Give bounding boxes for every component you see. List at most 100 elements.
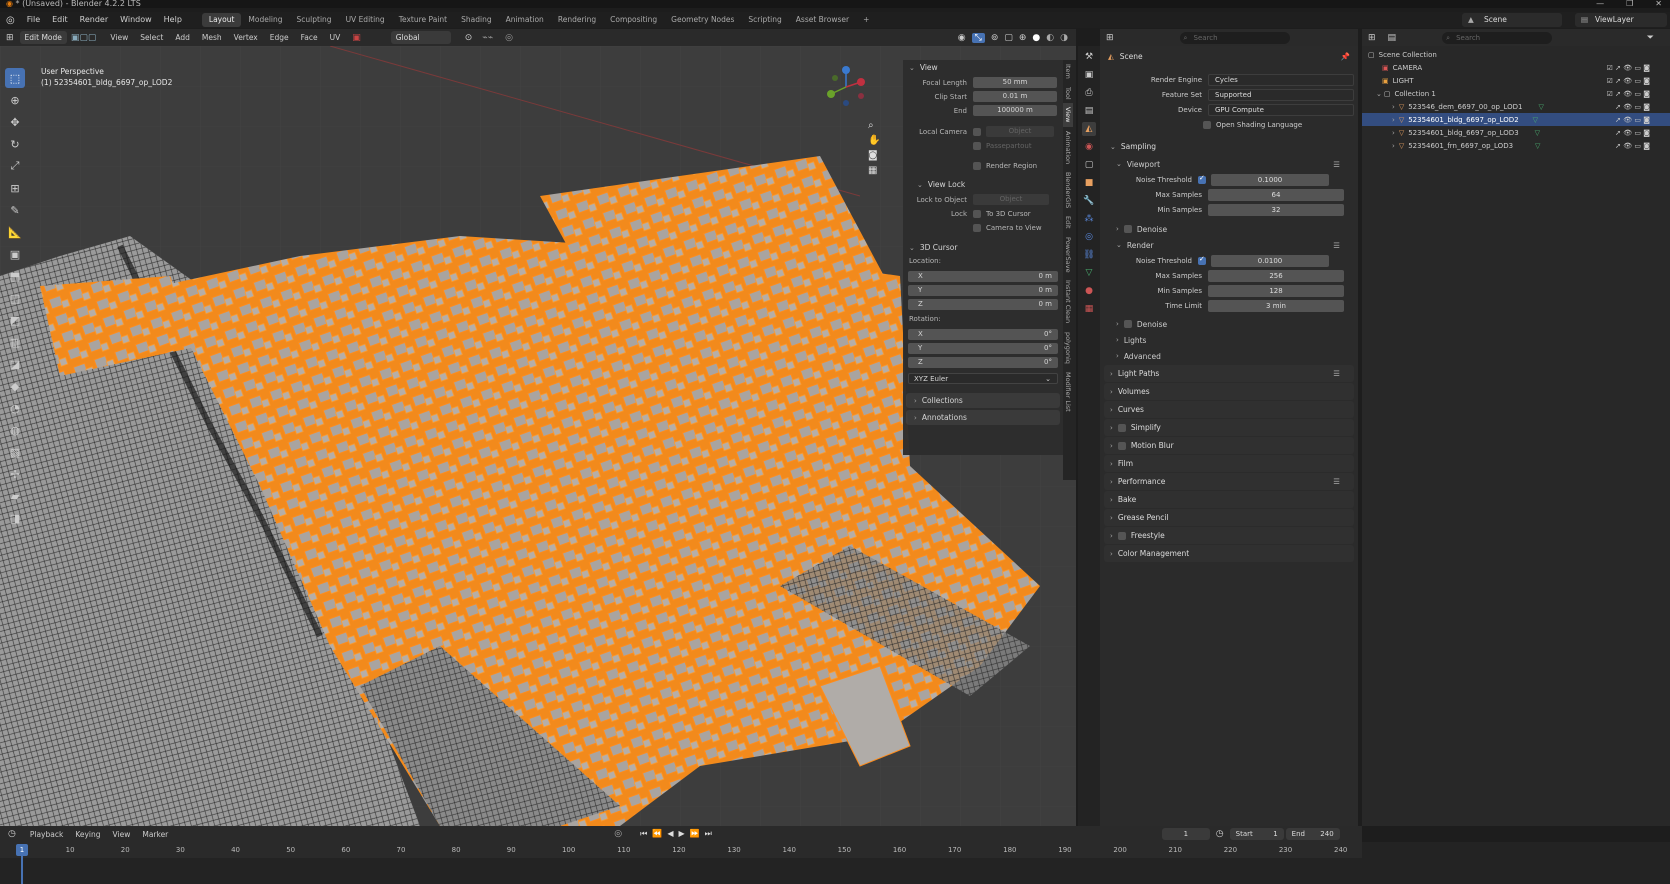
edge-slide-tool-icon[interactable]: ▧ [5,442,25,462]
maximize-button[interactable]: ❐ [1626,0,1633,8]
display-mode-icon[interactable]: ▤ [1382,33,1403,43]
menu-uv[interactable]: UV [324,33,347,42]
editor-type-icon[interactable]: ◷ [0,829,24,839]
select-box-tool-icon[interactable]: ⬚ [5,68,25,88]
jump-end-icon[interactable]: ⏭ [705,829,712,839]
gizmo-toggle-icon[interactable]: ⤡ [971,32,985,43]
tab-view[interactable]: View [1063,103,1073,127]
lock-to-cursor-checkbox[interactable] [973,209,981,218]
texture-properties-icon[interactable]: ▦ [1082,302,1096,316]
tab-scripting[interactable]: Scripting [741,13,788,27]
tab-edit[interactable]: Edit [1063,212,1073,233]
tab-sculpting[interactable]: Sculpting [290,13,339,27]
overlays-icon[interactable]: ⊚ [991,33,999,43]
rotation-mode-dropdown[interactable]: XYZ Euler ⌄ [908,373,1058,384]
cursor-location-z-field[interactable]: Z0 m [908,299,1058,310]
shading-wireframe-icon[interactable]: ⊕ [1019,33,1027,43]
outliner-root[interactable]: ▢ Scene Collection [1362,48,1670,61]
tab-modifier-list[interactable]: Modifier List [1063,368,1073,416]
menu-vertex[interactable]: Vertex [228,33,264,42]
list-icon[interactable]: ☰ [1333,369,1340,378]
advanced-header[interactable]: › Advanced [1100,348,1358,364]
tab-animation[interactable]: Animation [499,13,551,27]
sampling-section-header[interactable]: ⌄ Sampling [1104,138,1354,155]
list-icon[interactable]: ☰ [1333,160,1340,169]
r-time-limit-field[interactable]: 3 min [1208,299,1344,312]
focal-length-field[interactable]: 50 mm [973,77,1057,88]
outliner-search-field[interactable]: ⌕ Search [1442,31,1553,44]
row-visibility-toggles[interactable]: ☑ ➚ 👁 ▭ ◙ [1607,77,1650,85]
freestyle-checkbox[interactable] [1117,531,1126,540]
editor-type-icon[interactable]: ⊞ [1100,33,1120,43]
mode-selector[interactable]: Edit Mode [19,31,67,44]
menu-view[interactable]: View [104,33,134,42]
outliner-item-light[interactable]: ▣ LIGHT ☑ ➚ 👁 ▭ ◙ [1362,74,1670,87]
outliner-item-frn-lod3[interactable]: › ▽ 52354601_frn_6697_op_LOD3 ▽ ➚ 👁 ▭ ◙ [1362,139,1670,152]
editor-type-icon[interactable]: ⊞ [1362,33,1382,43]
clip-start-field[interactable]: 0.01 m [973,91,1057,102]
outliner-item-bldg-lod2[interactable]: › ▽ 52354601_bldg_6697_op_LOD2 ▽ ➚ 👁 ▭ ◙ [1362,113,1670,126]
vp-noise-threshold-field[interactable]: 0.1000 [1211,173,1329,186]
cursor-location-x-field[interactable]: X0 m [908,271,1058,282]
camera-to-view-checkbox[interactable] [973,223,981,232]
device-dropdown[interactable]: GPU Compute [1208,103,1354,116]
shading-material-icon[interactable]: ◐ [1046,33,1054,43]
render-region-checkbox[interactable] [973,161,981,170]
start-frame-field[interactable]: Start 1 [1229,828,1284,840]
outliner-item-dem-lod1[interactable]: › ▽ 523546_dem_6697_00_op_LOD1 ▽ ➚ 👁 ▭ ◙ [1362,100,1670,113]
vp-noise-threshold-checkbox[interactable] [1198,174,1206,184]
cursor-tool-icon[interactable]: ⊕ [5,90,25,110]
local-camera-checkbox[interactable] [973,127,981,136]
scene-properties-icon[interactable]: ◭ [1082,122,1096,136]
tab-texture-paint[interactable]: Texture Paint [392,13,454,27]
zoom-icon[interactable]: ⌕ [868,120,880,131]
lights-header[interactable]: › Lights [1100,332,1358,348]
freestyle-section[interactable]: › Freestyle [1104,527,1354,544]
transform-tool-icon[interactable]: ⊞ [5,178,25,198]
data-properties-icon[interactable]: ▽ [1082,266,1096,280]
material-properties-icon[interactable]: ● [1082,284,1096,298]
proportional-edit-icon[interactable]: ◎ [505,33,513,43]
menu-playback[interactable]: Playback [24,830,69,839]
list-icon[interactable]: ☰ [1333,477,1340,486]
menu-mesh[interactable]: Mesh [196,33,228,42]
world-properties-icon[interactable]: ◉ [1082,140,1096,154]
transform-orientation-dropdown[interactable]: Global [390,31,451,44]
volumes-section[interactable]: › Volumes [1104,383,1354,400]
render-properties-icon[interactable]: ▣ [1082,68,1096,82]
cursor-rotation-z-field[interactable]: Z 0° [908,357,1058,368]
next-keyframe-icon[interactable]: ⏩ [690,829,700,839]
menu-edit[interactable]: Edit [46,12,74,28]
r-noise-threshold-field[interactable]: 0.0100 [1211,254,1329,267]
lock-to-object-field[interactable]: Object [973,194,1049,205]
annotations-section-header[interactable]: › Annotations [906,410,1060,425]
simplify-section[interactable]: › Simplify [1104,419,1354,436]
osl-checkbox[interactable] [1203,120,1211,129]
shading-solid-icon[interactable]: ● [1032,33,1040,43]
end-frame-field[interactable]: End 240 [1285,828,1340,840]
color-management-section[interactable]: › Color Management [1104,545,1354,562]
overlay-icon[interactable]: ▣ [352,33,361,43]
tool-settings-icon[interactable]: ⚒ [1082,50,1096,64]
add-cube-tool-icon[interactable]: ▣ [5,244,25,264]
close-button[interactable]: ✕ [1655,0,1662,8]
measure-tool-icon[interactable]: 📐 [5,222,25,242]
blender-menu-icon[interactable]: ◎ [0,15,21,26]
constraints-properties-icon[interactable]: ⛓ [1082,248,1096,262]
row-visibility-toggles[interactable]: ➚ 👁 ▭ ◙ [1615,129,1650,137]
menu-face[interactable]: Face [295,33,324,42]
filter-icon[interactable]: ⏷ [1647,33,1670,43]
list-icon[interactable]: ☰ [1333,241,1340,250]
editor-type-icon[interactable]: ⊞ [0,33,20,43]
menu-render[interactable]: Render [74,12,114,28]
minimize-button[interactable]: — [1596,0,1604,8]
curves-section[interactable]: › Curves [1104,401,1354,418]
row-visibility-toggles[interactable]: ➚ 👁 ▭ ◙ [1615,103,1650,111]
add-workspace-button[interactable]: + [856,13,876,27]
tab-rendering[interactable]: Rendering [551,13,603,27]
local-camera-field[interactable]: Object [986,126,1054,137]
simplify-checkbox[interactable] [1117,423,1126,432]
rotate-tool-icon[interactable]: ↻ [5,134,25,154]
motion-blur-checkbox[interactable] [1117,441,1126,450]
tab-shading[interactable]: Shading [454,13,498,27]
